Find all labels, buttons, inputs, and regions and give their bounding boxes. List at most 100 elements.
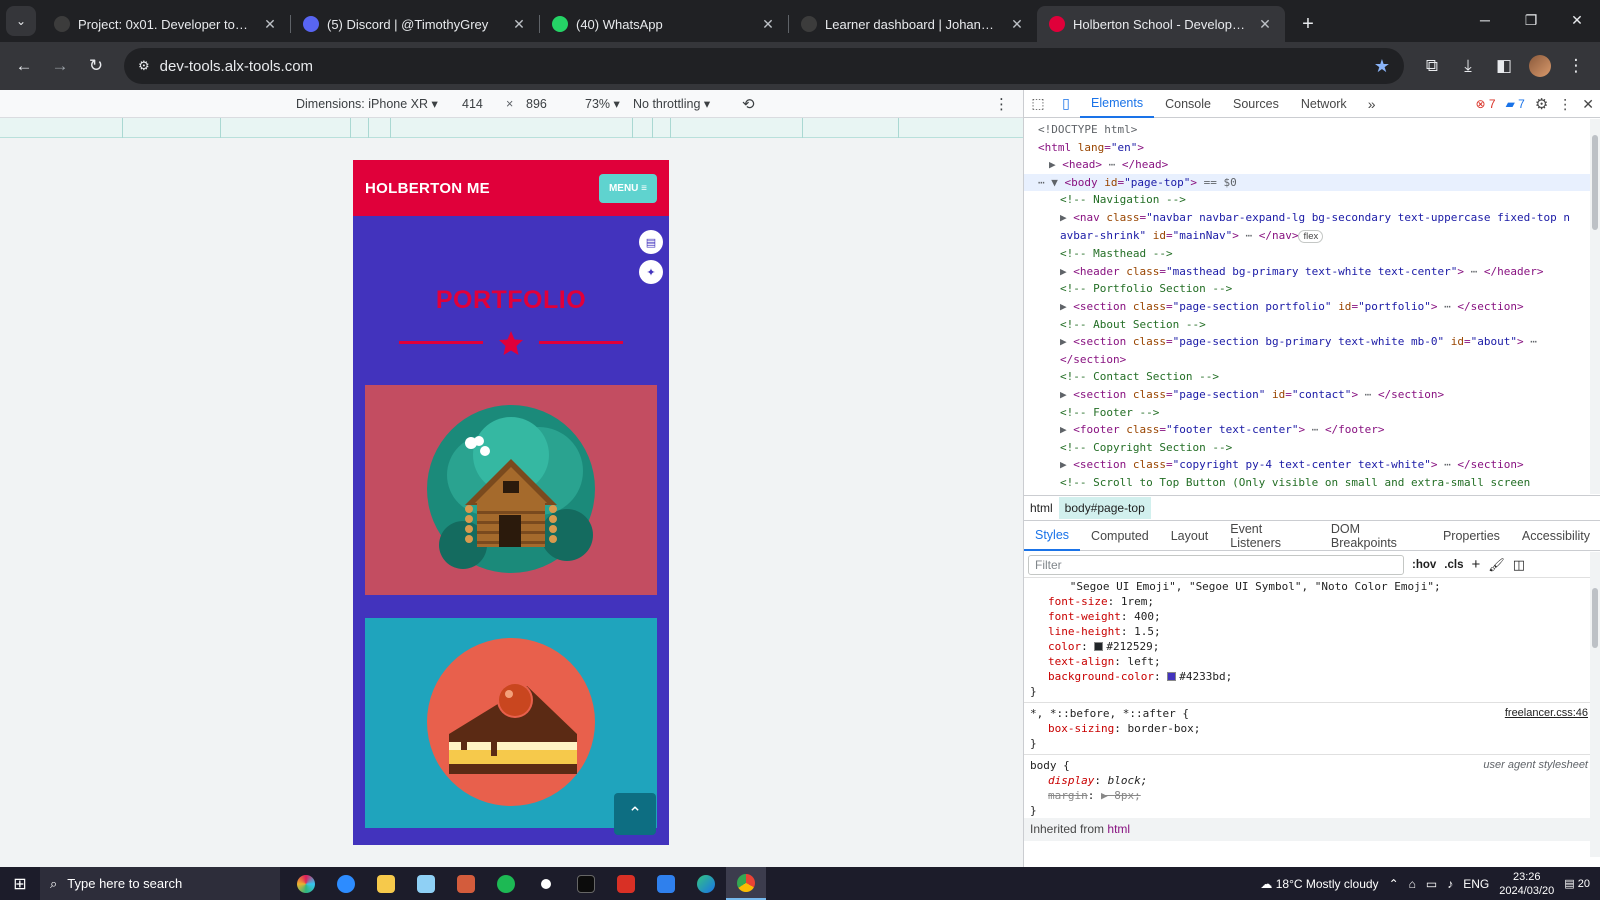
network-icon[interactable]: ⌂ <box>1409 877 1416 891</box>
media-query-ruler[interactable] <box>0 118 1023 138</box>
dom-node-line[interactable]: </section> <box>1024 351 1592 369</box>
dom-node-line[interactable]: <!-- Masthead --> <box>1024 245 1592 263</box>
dom-node-line[interactable]: <!-- About Section --> <box>1024 316 1592 334</box>
close-tab-icon[interactable]: ✕ <box>262 16 278 33</box>
browser-tab[interactable]: Holberton School - Developer t ✕ <box>1037 6 1285 42</box>
notepad-icon[interactable] <box>406 867 446 900</box>
styles-pane[interactable]: "Segoe UI Emoji", "Segoe UI Symbol", "No… <box>1024 579 1592 857</box>
css-property-name[interactable]: margin <box>1048 789 1088 802</box>
devtools-tab-sources[interactable]: Sources <box>1222 90 1290 118</box>
close-window-icon[interactable]: ✕ <box>1554 0 1600 40</box>
css-property-value[interactable]: border-box; <box>1127 722 1200 735</box>
device-toolbar-icon[interactable]: ▯ <box>1052 95 1080 112</box>
notification-icon[interactable]: ▤ 20 <box>1564 877 1590 890</box>
inspect-element-icon[interactable]: ⬚ <box>1024 95 1052 112</box>
address-bar[interactable]: ⚙ dev-tools.alx-tools.com ★ <box>124 48 1404 84</box>
flex-badge[interactable]: flex <box>1298 229 1324 243</box>
tray-expand-icon[interactable]: ⌃ <box>1389 877 1399 891</box>
language-indicator[interactable]: ENG <box>1463 877 1489 891</box>
volume-icon[interactable]: ♪ <box>1447 877 1453 891</box>
error-count-badge[interactable]: ⊗ 7 <box>1475 97 1495 111</box>
css-property-name[interactable]: box-sizing <box>1048 722 1114 735</box>
site-brand[interactable]: HOLBERTON ME <box>365 180 490 197</box>
css-property-name[interactable]: background-color <box>1048 670 1154 683</box>
dom-node-line[interactable]: ▶ <section class="page-section" id="cont… <box>1024 386 1592 404</box>
tab-search-chevron-icon[interactable]: ⌄ <box>6 6 36 36</box>
dom-node-line[interactable]: <html lang="en"> <box>1024 139 1592 157</box>
taskbar-search[interactable]: ⌕ Type here to search <box>40 867 280 900</box>
device-dimensions-select[interactable]: Dimensions: iPhone XR ▾ <box>296 96 438 111</box>
css-property-name[interactable]: color <box>1048 640 1081 653</box>
browser-tab[interactable]: Learner dashboard | Johannesbu ✕ <box>789 6 1037 42</box>
chrome-icon[interactable] <box>726 867 766 900</box>
dom-node-line[interactable]: <!-- Copyright Section --> <box>1024 439 1592 457</box>
devtools-menu-icon[interactable]: ⋮ <box>1558 96 1572 113</box>
settings-gear-icon[interactable]: ⚙ <box>1535 95 1548 113</box>
dom-node-line[interactable]: ▶ <nav class="navbar navbar-expand-lg bg… <box>1024 209 1592 227</box>
vscode-icon[interactable] <box>646 867 686 900</box>
dom-node-line[interactable]: ▶ <section class="page-section bg-primar… <box>1024 333 1592 351</box>
document-icon[interactable]: ▤ <box>639 230 663 254</box>
hover-state-toggle[interactable]: :hov <box>1412 559 1436 571</box>
close-tab-icon[interactable]: ✕ <box>1257 16 1273 33</box>
windows-start-icon[interactable]: ⊞ <box>0 874 40 894</box>
terminal-icon[interactable] <box>566 867 606 900</box>
dom-node-line[interactable]: ▶ <footer class="footer text-center"> ⋯ … <box>1024 421 1592 439</box>
new-rule-icon[interactable]: + <box>1471 556 1480 573</box>
styles-subtab[interactable]: Computed <box>1080 521 1160 551</box>
dom-node-line[interactable]: ▶ <header class="masthead bg-primary tex… <box>1024 263 1592 281</box>
dom-node-line[interactable]: ▶ <section class="copyright py-4 text-ce… <box>1024 456 1592 474</box>
css-property-name[interactable]: display <box>1048 774 1094 787</box>
css-selector[interactable]: *, *::before, *::after { <box>1030 707 1189 720</box>
forward-icon[interactable]: → <box>44 50 76 82</box>
class-toggle[interactable]: .cls <box>1444 559 1463 571</box>
stylesheet-link[interactable]: freelancer.css:46 <box>1505 706 1588 721</box>
styles-scrollbar[interactable] <box>1590 552 1600 857</box>
dom-node-line[interactable]: <!-- Footer --> <box>1024 404 1592 422</box>
css-property-value[interactable]: left; <box>1127 655 1160 668</box>
color-swatch[interactable] <box>1167 672 1177 681</box>
styles-filter-input[interactable]: Filter <box>1028 554 1404 575</box>
scroll-to-top-button[interactable]: ⌃ <box>614 793 656 835</box>
clock[interactable]: 23:26 2024/03/20 <box>1499 870 1554 898</box>
css-property-name[interactable]: text-align <box>1048 655 1114 668</box>
css-property-value[interactable]: 1rem; <box>1121 595 1154 608</box>
rotate-icon[interactable]: ⟲ <box>742 95 755 113</box>
color-swatch[interactable] <box>1094 642 1104 651</box>
opera-icon[interactable] <box>526 867 566 900</box>
breadcrumb-item[interactable]: body#page-top <box>1058 497 1151 519</box>
reload-icon[interactable]: ↻ <box>80 50 112 82</box>
zoom-icon[interactable] <box>326 867 366 900</box>
css-property-value[interactable]: block; <box>1108 774 1148 787</box>
zoom-select[interactable]: 73% ▾ <box>585 96 620 111</box>
device-width-input[interactable]: 414 <box>462 97 483 111</box>
download-icon[interactable]: ⤓ <box>1452 50 1484 82</box>
message-count-badge[interactable]: ▰ 7 <box>1506 97 1525 111</box>
dom-node-line[interactable]: <!DOCTYPE html> <box>1024 121 1592 139</box>
css-property-value[interactable]: #212529; <box>1106 640 1159 653</box>
new-tab-button[interactable]: + <box>1293 9 1323 39</box>
css-property-value[interactable]: ▶ 8px; <box>1101 789 1141 802</box>
close-tab-icon[interactable]: ✕ <box>1009 16 1025 33</box>
css-property-value[interactable]: 1.5; <box>1134 625 1161 638</box>
dom-tree[interactable]: <!DOCTYPE html> <html lang="en"> ▶ <head> … <box>1024 119 1592 494</box>
browser-tab[interactable]: (40) WhatsApp ✕ <box>540 6 788 42</box>
more-tabs-icon[interactable]: » <box>1358 96 1386 112</box>
browser-tab[interactable]: Project: 0x01. Developer tools | ✕ <box>42 6 290 42</box>
inherited-element[interactable]: html <box>1107 822 1130 836</box>
profile-avatar[interactable] <box>1524 50 1556 82</box>
pdf-reader-icon[interactable] <box>606 867 646 900</box>
back-icon[interactable]: ← <box>8 50 40 82</box>
dom-node-line[interactable]: ▶ <section class="page-section portfolio… <box>1024 298 1592 316</box>
restore-icon[interactable]: ❐ <box>1508 0 1554 40</box>
close-tab-icon[interactable]: ✕ <box>760 16 776 33</box>
styles-subtab[interactable]: Layout <box>1160 521 1220 551</box>
dom-node-line[interactable]: <!-- Navigation --> <box>1024 191 1592 209</box>
menu-button[interactable]: MENU ≡ <box>598 173 657 203</box>
css-property-name[interactable]: font-weight <box>1048 610 1121 623</box>
file-explorer-icon[interactable] <box>366 867 406 900</box>
styles-subtab[interactable]: Accessibility <box>1511 521 1600 551</box>
paint-icon[interactable]: 🖌 <box>1488 557 1505 573</box>
dom-node-line[interactable]: ⋯ ▼ <body id="page-top"> == $0 <box>1024 173 1592 192</box>
weather-widget[interactable]: ☁ 18°C Mostly cloudy <box>1260 877 1378 891</box>
